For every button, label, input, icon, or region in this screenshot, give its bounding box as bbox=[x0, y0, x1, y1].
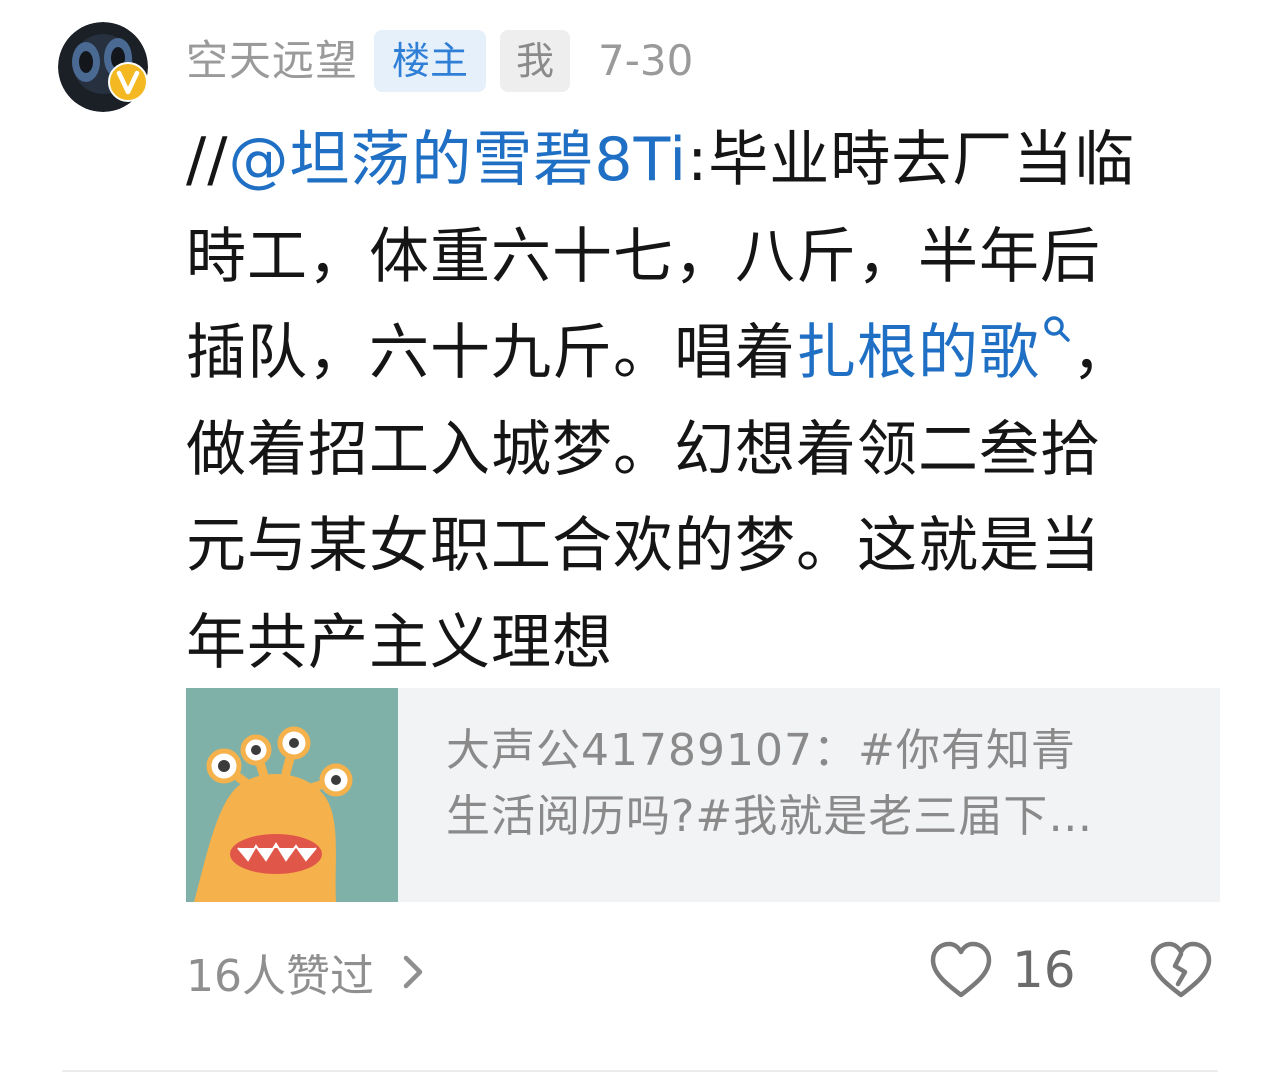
body-line-1: //@坦荡的雪碧8Ti:毕业時去厂当临 bbox=[186, 112, 1196, 209]
quoted-post-card[interactable]: 大声公41789107：#你有知青 生活阅历吗?#我就是老三届下… bbox=[186, 688, 1220, 902]
quoted-post-text: 大声公41789107：#你有知青 生活阅历吗?#我就是老三届下… bbox=[446, 718, 1176, 850]
op-badge: 楼主 bbox=[374, 30, 487, 92]
repost-prefix: // bbox=[186, 125, 229, 195]
quote-line-1: 大声公41789107：#你有知青 bbox=[446, 725, 1076, 776]
vip-v-badge-icon bbox=[108, 62, 148, 102]
search-icon bbox=[1044, 316, 1070, 342]
quote-line-2: 生活阅历吗?#我就是老三届下… bbox=[446, 791, 1094, 842]
likers-count-label: 16人赞过 bbox=[186, 951, 374, 1002]
body-text-segment: 插队，六十九斤。唱着 bbox=[186, 318, 796, 388]
body-text-segment: :毕业時去厂当临 bbox=[687, 125, 1136, 195]
mention-link[interactable]: @坦荡的雪碧8Ti bbox=[228, 125, 687, 195]
me-badge: 我 bbox=[500, 30, 571, 92]
body-line-4: 做着招工入城梦。幻想着领二叁拾 bbox=[186, 414, 1101, 485]
comment-divider bbox=[62, 1070, 1218, 1072]
user-avatar[interactable] bbox=[58, 22, 148, 112]
body-line-3: 插队，六十九斤。唱着扎根的歌 ， bbox=[186, 305, 1196, 402]
body-text-segment: ， bbox=[1072, 318, 1133, 388]
comment-body: //@坦荡的雪碧8Ti:毕业時去厂当临 時工，体重六十七，八斤，半年后 插队，六… bbox=[186, 112, 1196, 691]
body-line-2: 時工，体重六十七，八斤，半年后 bbox=[186, 221, 1101, 292]
body-line-5: 元与某女职工合欢的梦。这就是当 bbox=[186, 511, 1101, 581]
body-line-6: 年共产主义理想 bbox=[186, 607, 613, 678]
topic-link-label: 扎根的歌 bbox=[796, 318, 1040, 388]
like-count: 16 bbox=[1012, 941, 1076, 999]
comment-date: 7-30 bbox=[598, 36, 694, 85]
like-button[interactable]: 16 bbox=[928, 938, 1076, 1002]
comment-header: 空天远望 楼主 我 7-30 bbox=[186, 30, 693, 92]
quoted-post-thumbnail bbox=[186, 688, 398, 902]
heart-outline-icon bbox=[930, 941, 992, 998]
likers-link[interactable]: 16人赞过 bbox=[186, 940, 428, 1004]
broken-heart-icon[interactable] bbox=[1148, 940, 1214, 1000]
username[interactable]: 空天远望 bbox=[186, 30, 358, 92]
search-topic-link[interactable]: 扎根的歌 bbox=[796, 316, 1072, 388]
chevron-right-icon bbox=[403, 955, 423, 989]
